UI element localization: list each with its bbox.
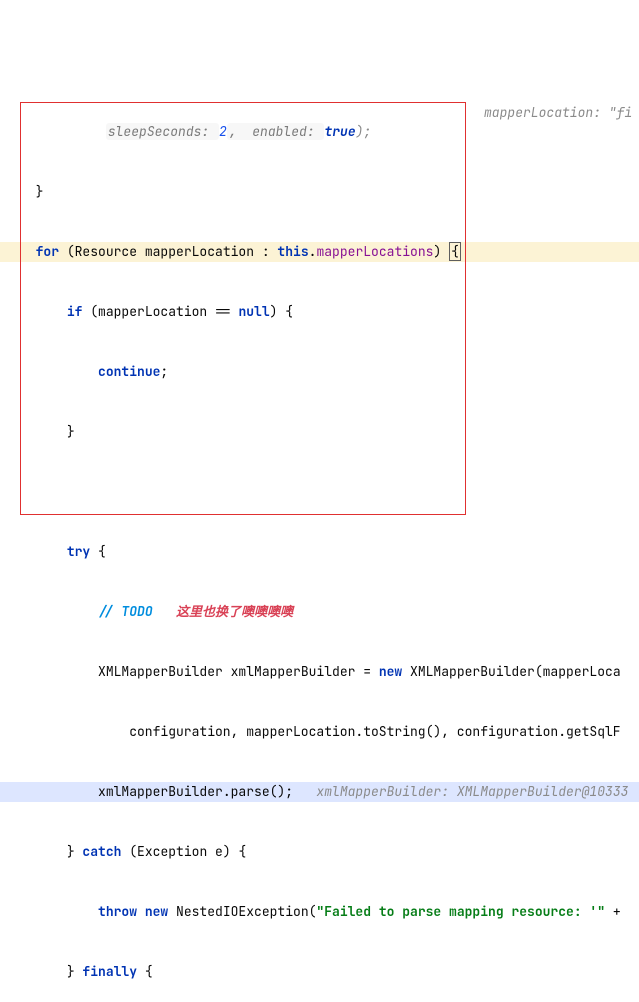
code-line: } catch (Exception e) { <box>0 842 639 862</box>
todo-comment: // TODO 这里也换了噢噢噢噢 <box>0 602 639 622</box>
code-line: } finally { <box>0 962 639 982</box>
code-line: try { <box>0 542 639 562</box>
code-line: sleepSeconds: 2, enabled: true); <box>0 122 639 142</box>
code-line: } <box>0 422 639 442</box>
code-line: } <box>0 182 639 202</box>
code-line <box>0 482 639 502</box>
code-editor[interactable]: sleepSeconds: 2, enabled: true); } for (… <box>0 80 639 1002</box>
code-line: configuration, mapperLocation.toString()… <box>0 722 639 742</box>
code-line: XMLMapperBuilder xmlMapperBuilder = new … <box>0 662 639 682</box>
inline-hint: mapperLocation: "fi <box>484 103 632 123</box>
current-line: xmlMapperBuilder.parse(); xmlMapperBuild… <box>0 782 639 802</box>
for-statement: for (Resource mapperLocation : this.mapp… <box>0 242 639 262</box>
code-line: continue; <box>0 362 639 382</box>
code-line: throw new NestedIOException("Failed to p… <box>0 902 639 922</box>
code-line: if (mapperLocation == null) { <box>0 302 639 322</box>
